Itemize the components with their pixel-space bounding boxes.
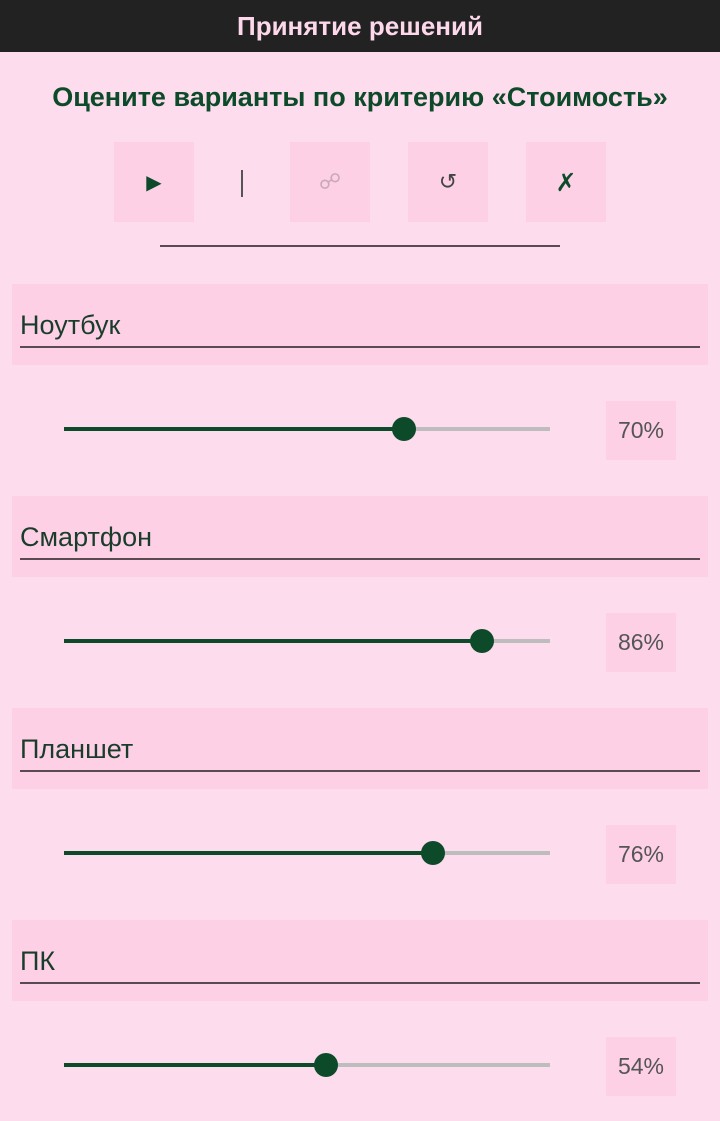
field-underline <box>20 982 700 984</box>
reset-icon: ↺ <box>438 169 458 195</box>
option-value: 86% <box>606 613 676 672</box>
slider-fill <box>64 851 434 855</box>
slider-fill <box>64 639 482 643</box>
option-value: 54% <box>606 1037 676 1096</box>
option-field[interactable]: Смартфон <box>12 496 708 577</box>
toolbar-divider <box>160 245 560 247</box>
reset-button[interactable]: ↺ <box>408 142 488 222</box>
toolbar-separator <box>241 170 243 197</box>
option-label: Планшет <box>20 734 134 764</box>
slider-thumb[interactable] <box>314 1053 339 1077</box>
option-label: Ноутбук <box>20 310 121 340</box>
option-field[interactable]: Планшет <box>12 708 708 789</box>
option-label: ПК <box>20 946 56 976</box>
option-field[interactable]: Ноутбук <box>12 284 708 365</box>
close-icon: ✗ <box>555 167 577 197</box>
play-icon: ▶ <box>146 170 162 194</box>
play-button[interactable]: ▶ <box>114 142 194 222</box>
page-title: Оцените варианты по критерию «Стоимость» <box>52 82 668 112</box>
field-underline <box>20 346 700 348</box>
option-value: 76% <box>606 825 676 884</box>
app-title: Принятие решений <box>237 10 483 41</box>
option-slider[interactable] <box>64 1053 550 1077</box>
option-label: Смартфон <box>20 522 153 552</box>
app-title-bar: Принятие решений <box>0 0 720 52</box>
slider-fill <box>64 427 405 431</box>
option-value: 70% <box>606 401 676 460</box>
field-underline <box>20 558 700 560</box>
slider-fill <box>64 1063 327 1067</box>
option-slider[interactable] <box>64 841 550 865</box>
close-button[interactable]: ✗ <box>526 142 606 222</box>
field-underline <box>20 770 700 772</box>
slider-thumb[interactable] <box>469 629 494 653</box>
slider-thumb[interactable] <box>392 417 417 441</box>
option-slider[interactable] <box>64 417 550 441</box>
slider-thumb[interactable] <box>421 841 446 865</box>
option-field[interactable]: ПК <box>12 920 708 1001</box>
link-button[interactable]: ☍ <box>290 142 370 222</box>
link-icon: ☍ <box>318 169 342 195</box>
option-slider[interactable] <box>64 629 550 653</box>
